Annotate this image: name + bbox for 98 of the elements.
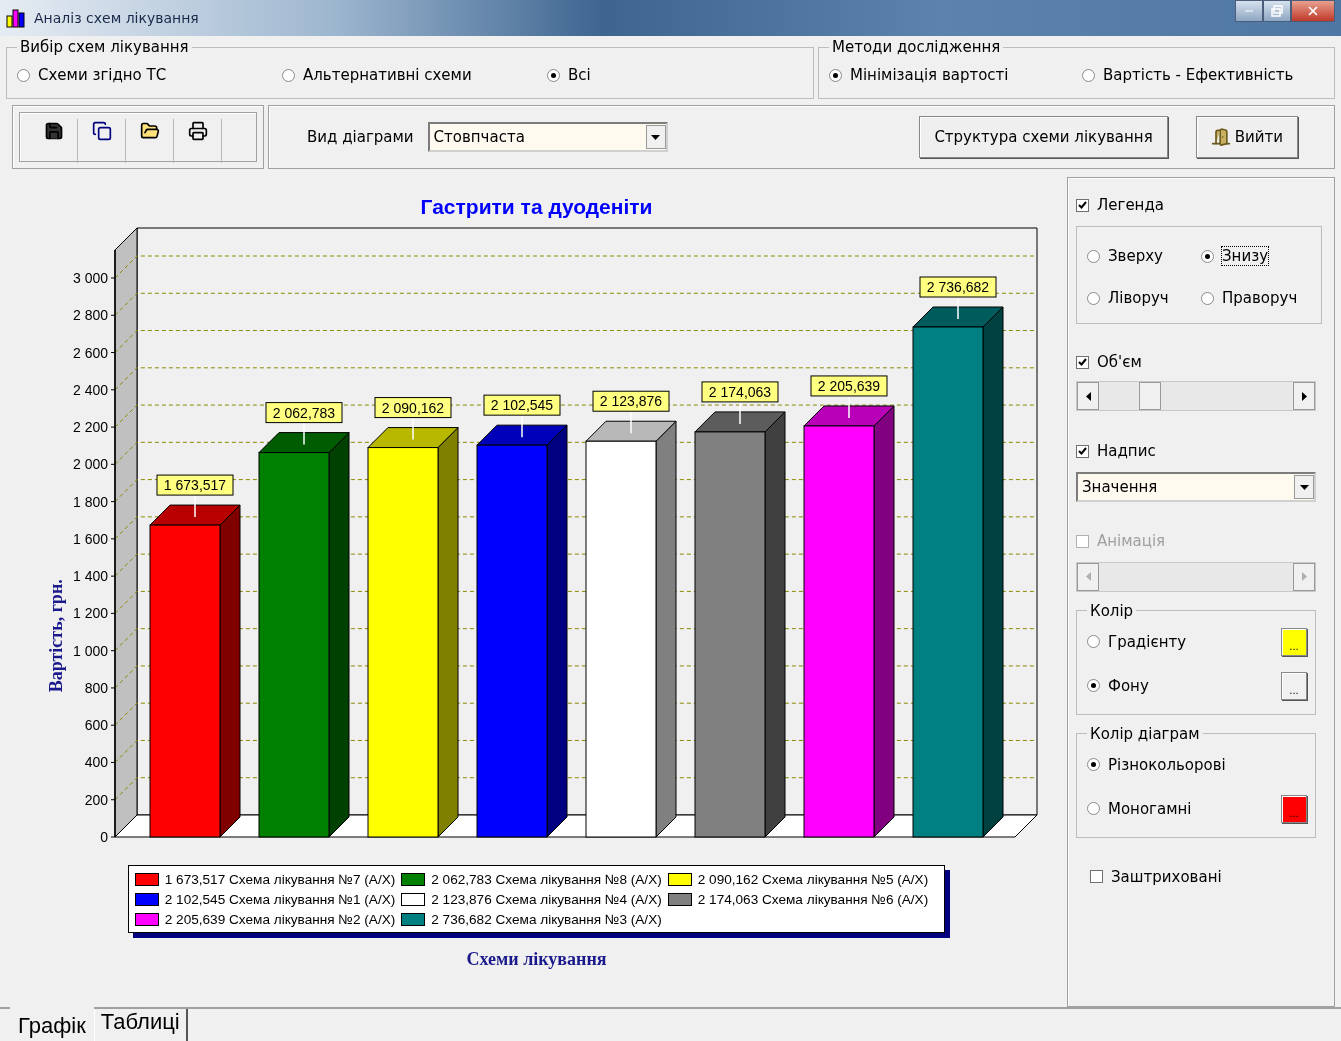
radio-button[interactable]: Ліворуч xyxy=(1087,283,1201,313)
radio-button[interactable]: Різнокольорові xyxy=(1087,749,1226,780)
data-label: 2 123,876 xyxy=(592,390,669,412)
leader-line xyxy=(629,411,632,434)
arrow-right-icon xyxy=(1301,391,1307,401)
axis-tick-label: 400 xyxy=(84,754,108,771)
leader-line xyxy=(520,415,523,438)
axis-tick-label: 2 000 xyxy=(72,456,108,473)
axis-tick-label: 1 800 xyxy=(72,493,108,510)
structure-button[interactable]: Структура схеми лікування xyxy=(919,116,1168,158)
axis-tick-label: 600 xyxy=(84,717,108,734)
leader-line xyxy=(411,417,414,441)
data-label: 2 102,545 xyxy=(483,394,560,416)
axis-tick-label: 0 xyxy=(99,829,108,845)
close-button[interactable] xyxy=(1291,0,1335,22)
chart-type-dropdown[interactable]: Стовпчаста xyxy=(427,122,668,152)
copy-icon[interactable] xyxy=(91,121,112,141)
axis-tick-label: 1 200 xyxy=(72,605,108,622)
restore-icon xyxy=(1271,5,1283,17)
data-label: 1 673,517 xyxy=(156,474,233,496)
tab[interactable]: Графік xyxy=(10,1007,94,1041)
arrow-right-icon xyxy=(1301,572,1307,581)
axis-tick-label: 1 400 xyxy=(72,568,108,585)
group-title: Колір діаграм xyxy=(1089,724,1201,743)
legend-label: 2 090,162 Схема лікування №5 (А/Х) xyxy=(697,871,929,887)
color-picker-button[interactable]: ... xyxy=(1281,627,1307,656)
exit-button[interactable]: Вийти xyxy=(1195,116,1298,158)
tab[interactable]: Таблиці xyxy=(93,1009,188,1041)
maximize-button[interactable] xyxy=(1263,0,1291,22)
scrollbar[interactable] xyxy=(1076,381,1316,411)
axis-tick-label: 3 000 xyxy=(72,270,108,286)
scrollbar-thumb[interactable] xyxy=(1139,382,1161,410)
group-title: Методи дослідження xyxy=(831,38,1002,56)
axis-title: Вартість, грн. xyxy=(45,579,66,693)
arrow-left-icon xyxy=(1085,391,1091,401)
radio-button[interactable]: Схеми згідно ТС xyxy=(17,60,282,90)
radio-button[interactable]: Альтернативні схеми xyxy=(282,60,547,90)
group-title: Колір xyxy=(1089,601,1135,620)
data-label: 2 205,639 xyxy=(810,375,887,397)
leader-line xyxy=(193,495,196,518)
checkbox[interactable]: Надпис xyxy=(1076,442,1156,460)
radio-button[interactable]: Всі xyxy=(547,60,803,90)
data-label: 2 736,682 xyxy=(919,276,996,298)
color-picker-button[interactable]: ... xyxy=(1281,671,1307,700)
radio-button[interactable]: Праворуч xyxy=(1201,283,1315,313)
checkbox[interactable]: Заштриховані xyxy=(1090,867,1222,886)
field-label: Вид діаграми xyxy=(307,128,414,146)
axis-tick-label: 2 600 xyxy=(72,344,108,361)
radio-button[interactable]: Зверху xyxy=(1087,241,1201,271)
legend-label: 2 736,682 Схема лікування №3 (А/Х) xyxy=(431,911,662,927)
close-icon xyxy=(1306,4,1320,18)
radio-button[interactable]: Градієнту xyxy=(1087,626,1187,657)
radio-button[interactable]: Знизу xyxy=(1201,241,1315,271)
caption-dropdown[interactable]: Значення xyxy=(1076,472,1316,502)
printer-icon[interactable] xyxy=(187,121,208,141)
dropdown-arrow-icon xyxy=(651,134,661,140)
leader-line xyxy=(302,422,305,446)
door-icon xyxy=(1210,127,1231,147)
chart-title: Гастрити та дуоденіти xyxy=(420,195,653,220)
checkmark-icon xyxy=(1078,358,1087,366)
axis-title: Схеми лікування xyxy=(466,949,607,970)
minimize-button[interactable] xyxy=(1235,0,1263,22)
save-icon[interactable] xyxy=(43,121,64,141)
radio-button[interactable]: Вартість - Ефективність xyxy=(1082,60,1324,90)
radio-button[interactable]: Мінімізація вартості xyxy=(829,60,1082,90)
data-label: 2 090,162 xyxy=(374,397,451,419)
legend-label: 2 062,783 Схема лікування №8 (А/Х) xyxy=(431,871,662,887)
data-label: 2 062,783 xyxy=(265,402,342,424)
checkbox[interactable]: Об'єм xyxy=(1076,353,1142,371)
arrow-left-icon xyxy=(1085,572,1091,581)
color-picker-button[interactable]: ... xyxy=(1281,794,1307,823)
legend-label: 2 205,639 Схема лікування №2 (А/Х) xyxy=(164,911,396,927)
data-label: 2 174,063 xyxy=(701,381,778,403)
axis-tick-label: 2 200 xyxy=(72,419,108,436)
axis-tick-label: 200 xyxy=(84,791,108,808)
checkmark-icon xyxy=(1078,201,1087,209)
group-title: Вибір схем лікування xyxy=(19,38,190,56)
radio-button[interactable]: Моногамні xyxy=(1087,793,1192,824)
dropdown-arrow-icon xyxy=(1299,484,1309,490)
axis-tick-label: 2 800 xyxy=(72,307,108,324)
axis-tick-label: 2 400 xyxy=(72,381,108,398)
legend-label: 1 673,517 Схема лікування №7 (А/Х) xyxy=(164,871,396,887)
legend-label: 2 102,545 Схема лікування №1 (А/Х) xyxy=(164,891,396,907)
axis-tick-label: 1 000 xyxy=(72,642,108,659)
legend-label: 2 123,876 Схема лікування №4 (А/Х) xyxy=(431,891,662,907)
leader-line xyxy=(738,402,741,425)
checkbox[interactable]: Легенда xyxy=(1076,196,1326,214)
window-title: Аналіз схем лікування xyxy=(34,10,200,26)
scrollbar[interactable] xyxy=(1076,561,1316,592)
leader-line xyxy=(956,297,959,320)
folder-icon[interactable] xyxy=(139,121,160,141)
checkmark-icon xyxy=(1078,447,1087,455)
axis-tick-label: 1 600 xyxy=(72,530,108,547)
axis-tick-label: 800 xyxy=(84,679,108,696)
leader-line xyxy=(847,396,850,419)
radio-button[interactable]: Фону xyxy=(1087,670,1149,701)
app-icon xyxy=(6,8,28,28)
legend-label: 2 174,063 Схема лікування №6 (А/Х) xyxy=(697,891,929,907)
